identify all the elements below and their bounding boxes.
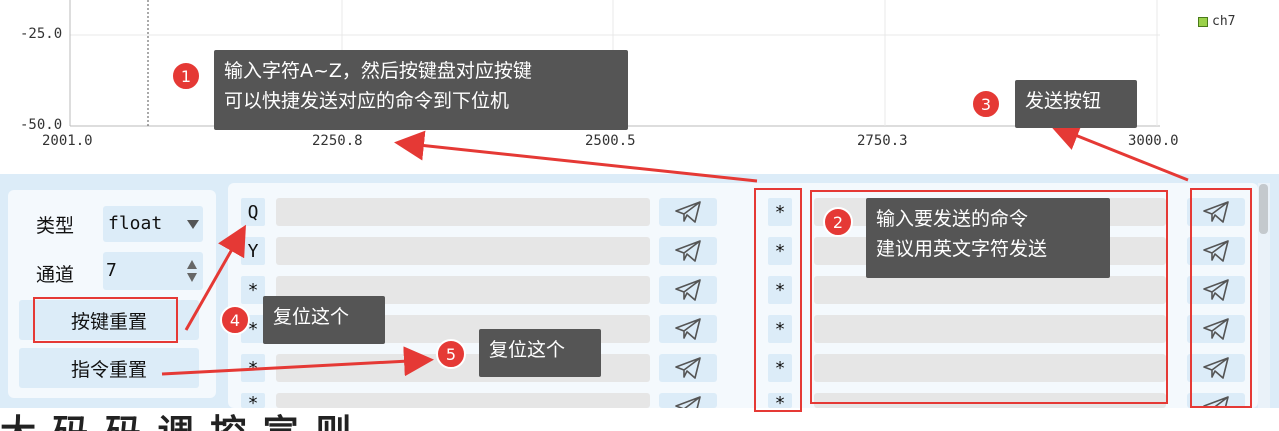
annotation-text: 可以快捷发送对应的命令到下位机 — [224, 90, 510, 112]
shortcut-key-field[interactable]: * — [241, 354, 265, 382]
background-heading-partial: 大 码 码 调 控 宣 则 — [0, 404, 353, 431]
annotation-text: 建议用英文字符发送 — [876, 238, 1048, 260]
type-label: 类型 — [36, 215, 75, 237]
paper-plane-icon — [675, 396, 701, 408]
channel-spinner[interactable]: 7 — [103, 252, 203, 290]
send-button[interactable] — [659, 393, 717, 408]
annotation-text: 输入字符A~Z，然后按键盘对应按键 — [224, 60, 532, 82]
send-button[interactable] — [659, 237, 717, 265]
x-tick-label: 2500.5 — [585, 133, 636, 149]
type-value: float — [108, 213, 163, 234]
channel-value: 7 — [106, 260, 117, 281]
reset-commands-button[interactable]: 指令重置 — [19, 348, 199, 388]
caret-down-icon — [187, 220, 199, 229]
annotation-badge-2: 2 — [823, 207, 853, 237]
paper-plane-icon — [675, 279, 701, 301]
x-tick-label: 2250.8 — [312, 133, 363, 149]
send-button[interactable] — [659, 198, 717, 226]
y-tick-label: -25.0 — [20, 26, 63, 42]
paper-plane-icon — [675, 318, 701, 340]
annotation-badge-1: 1 — [171, 61, 201, 91]
annotation-badge-3: 3 — [971, 89, 1001, 119]
channel-label: 通道 — [36, 264, 75, 286]
command-input[interactable] — [276, 198, 650, 226]
x-tick-label: 3000.0 — [1128, 133, 1179, 149]
highlight-reset-keys — [33, 297, 178, 343]
paper-plane-icon — [675, 357, 701, 379]
legend-label: ch7 — [1212, 14, 1236, 29]
send-button[interactable] — [659, 354, 717, 382]
command-input[interactable] — [276, 237, 650, 265]
shortcut-key-field[interactable]: * — [241, 276, 265, 304]
annotation-tooltip-1: 输入字符A~Z，然后按键盘对应按键 可以快捷发送对应的命令到下位机 — [214, 50, 628, 130]
x-tick-label: 2001.0 — [42, 133, 93, 149]
y-tick-label: -50.0 — [20, 117, 63, 133]
annotation-tooltip-2: 输入要发送的命令 建议用英文字符发送 — [866, 198, 1110, 278]
rows-scrollbar-thumb[interactable] — [1259, 184, 1268, 234]
paper-plane-icon — [675, 240, 701, 262]
annotation-text: 输入要发送的命令 — [876, 208, 1029, 230]
shortcut-key-field[interactable]: Y — [241, 237, 265, 265]
annotation-tooltip-4: 复位这个 — [263, 296, 385, 344]
legend-swatch — [1198, 16, 1208, 27]
x-tick-label: 2750.3 — [857, 133, 908, 149]
annotation-badge-4: 4 — [220, 305, 250, 335]
send-button[interactable] — [659, 276, 717, 304]
annotation-tooltip-5: 复位这个 — [479, 329, 601, 377]
shortcut-key-field[interactable]: Q — [241, 198, 265, 226]
type-select[interactable]: float — [103, 206, 203, 242]
highlight-send-column — [1190, 188, 1252, 408]
annotation-tooltip-3: 发送按钮 — [1015, 80, 1137, 128]
annotation-badge-5: 5 — [436, 339, 466, 369]
legend-item-ch7[interactable]: ch7 — [1198, 14, 1235, 29]
highlight-shortcut-column — [754, 188, 802, 412]
send-button[interactable] — [659, 315, 717, 343]
paper-plane-icon — [675, 201, 701, 223]
spinner-arrows-icon[interactable] — [185, 257, 199, 285]
